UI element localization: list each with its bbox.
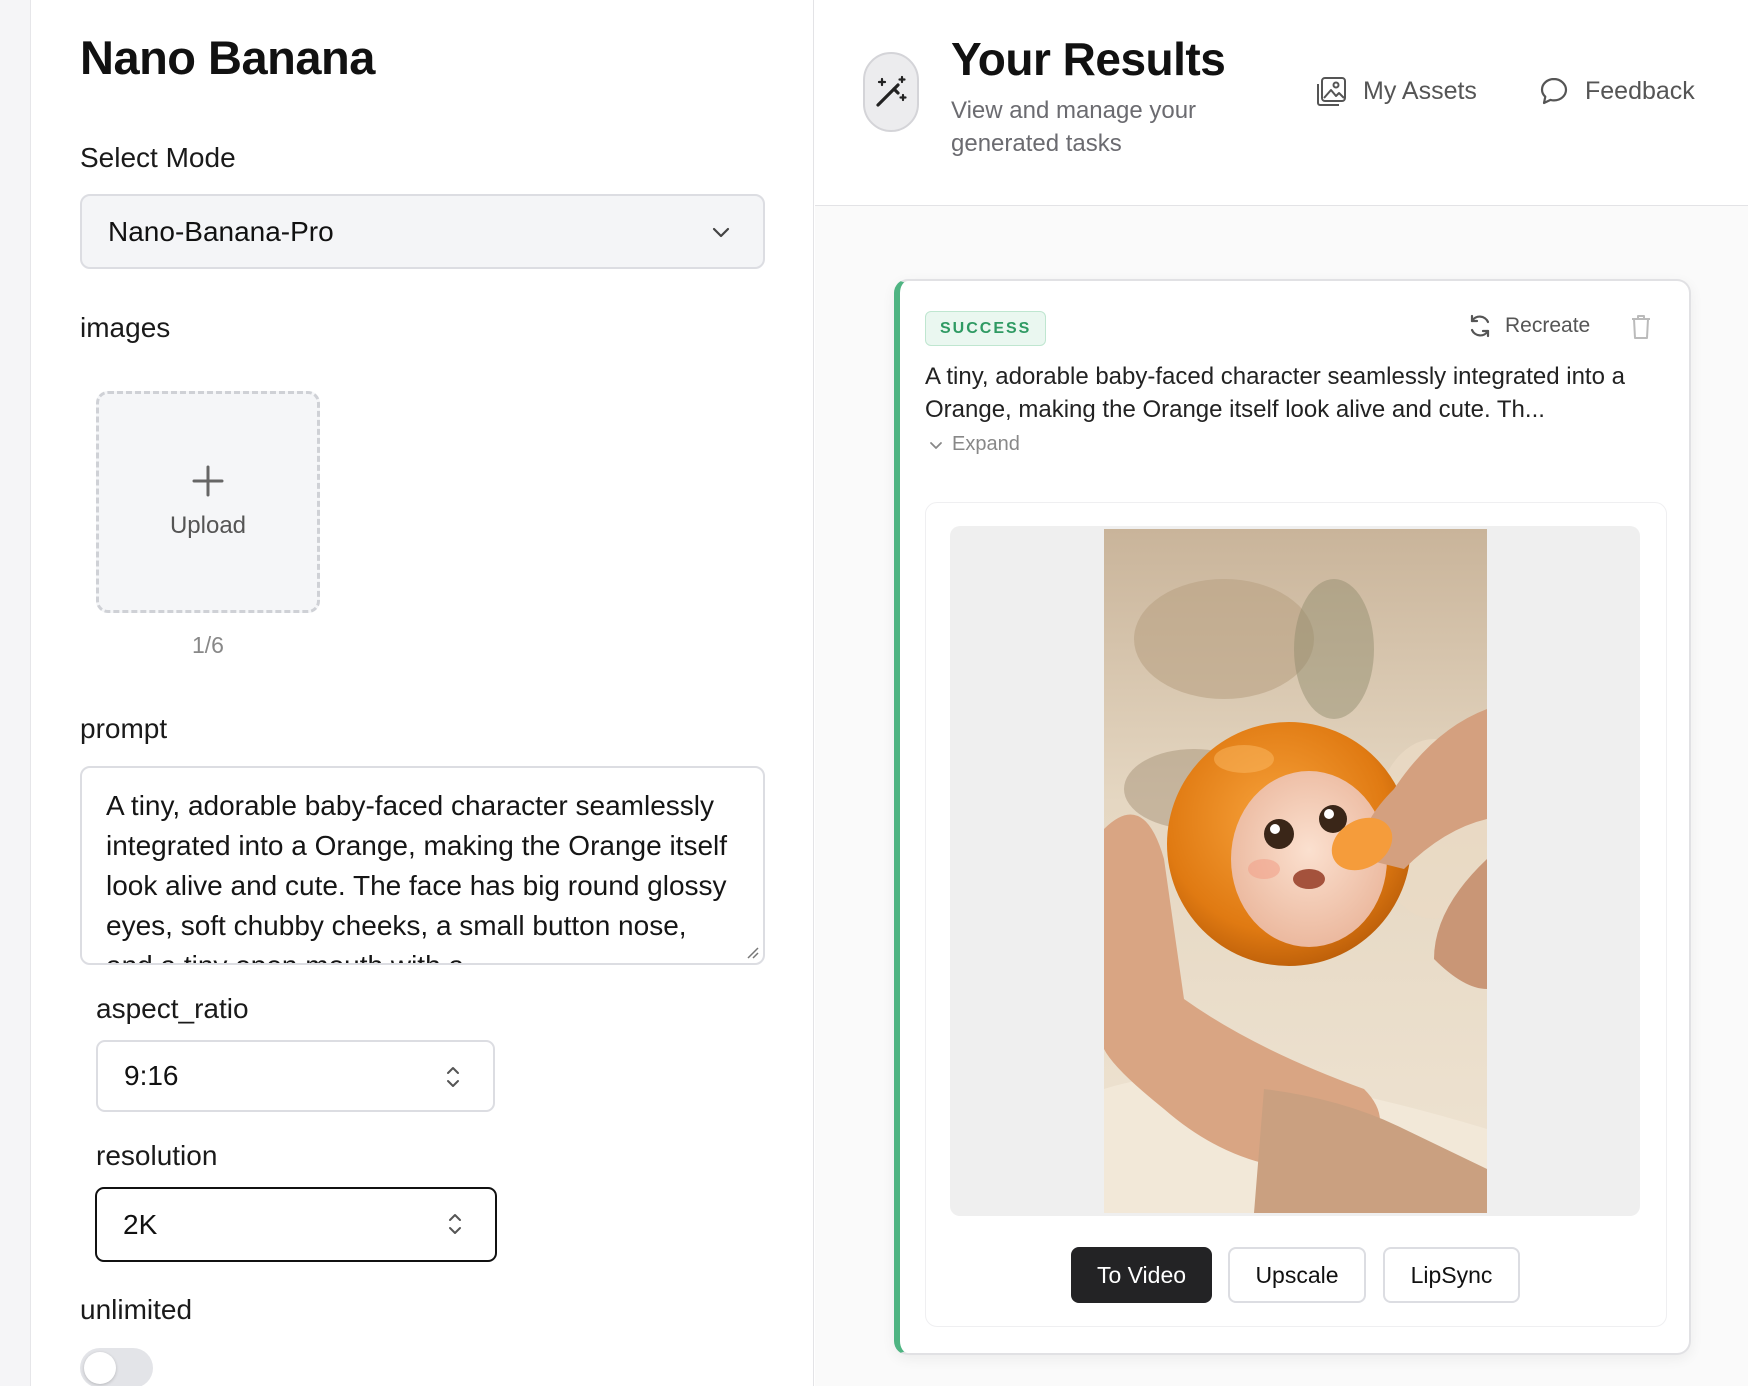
chevron-down-icon (712, 227, 730, 238)
results-title: Your Results (951, 33, 1226, 85)
mode-label: Select Mode (80, 142, 236, 173)
upscale-button[interactable]: Upscale (1228, 1247, 1366, 1303)
prompt-preview: A tiny, adorable baby-faced character se… (925, 363, 1625, 423)
results-subtitle: View and manage your generated tasks (951, 97, 1197, 157)
image-gallery-icon (1317, 77, 1346, 106)
resolution-label: resolution (96, 1140, 218, 1171)
expand-label: Expand (952, 433, 1020, 455)
resolution-select[interactable]: 2K (95, 1187, 497, 1262)
recreate-label: Recreate (1505, 314, 1591, 337)
updown-icon (449, 1214, 461, 1234)
prompt-text: A tiny, adorable baby-faced character se… (106, 790, 728, 963)
plus-icon (192, 465, 224, 497)
mode-select[interactable]: Nano-Banana-Pro (80, 194, 765, 269)
aspect-ratio-select[interactable]: 9:16 (96, 1040, 495, 1112)
aspect-ratio-label: aspect_ratio (96, 993, 249, 1024)
updown-icon (447, 1067, 459, 1087)
upload-dropzone[interactable]: Upload (96, 391, 320, 613)
resolution-value: 2K (123, 1208, 158, 1240)
aspect-ratio-value: 9:16 (124, 1060, 179, 1091)
magic-wand-icon (876, 75, 907, 107)
chevron-down-icon (930, 441, 942, 449)
expand-toggle[interactable]: Expand (928, 433, 1020, 456)
feedback-label: Feedback (1585, 76, 1695, 105)
upload-label: Upload (169, 512, 247, 539)
prompt-textarea[interactable]: A tiny, adorable baby-faced character se… (80, 766, 765, 965)
left-edge-strip (0, 0, 31, 1386)
unlimited-label: unlimited (80, 1294, 193, 1325)
toggle-knob (84, 1352, 116, 1384)
trash-icon[interactable] (1630, 313, 1652, 341)
upload-count: 1/6 (192, 632, 224, 658)
result-image[interactable] (1104, 529, 1487, 1213)
lipsync-button[interactable]: LipSync (1383, 1247, 1520, 1303)
recreate-button[interactable]: Recreate (1467, 313, 1590, 339)
my-assets-link[interactable]: My Assets (1316, 76, 1477, 107)
mode-value: Nano-Banana-Pro (108, 215, 334, 247)
feedback-link[interactable]: Feedback (1539, 76, 1695, 106)
magic-wand-button[interactable] (863, 52, 919, 132)
resize-grip-icon[interactable] (745, 945, 759, 959)
my-assets-label: My Assets (1363, 77, 1477, 105)
refresh-icon (1470, 314, 1490, 338)
prompt-label: prompt (80, 713, 168, 744)
app-title: Nano Banana (80, 31, 375, 84)
chat-bubble-icon (1540, 77, 1568, 105)
to-video-button[interactable]: To Video (1071, 1247, 1212, 1303)
unlimited-toggle[interactable] (80, 1348, 153, 1386)
status-badge: SUCCESS (925, 311, 1047, 346)
images-label: images (80, 312, 171, 343)
